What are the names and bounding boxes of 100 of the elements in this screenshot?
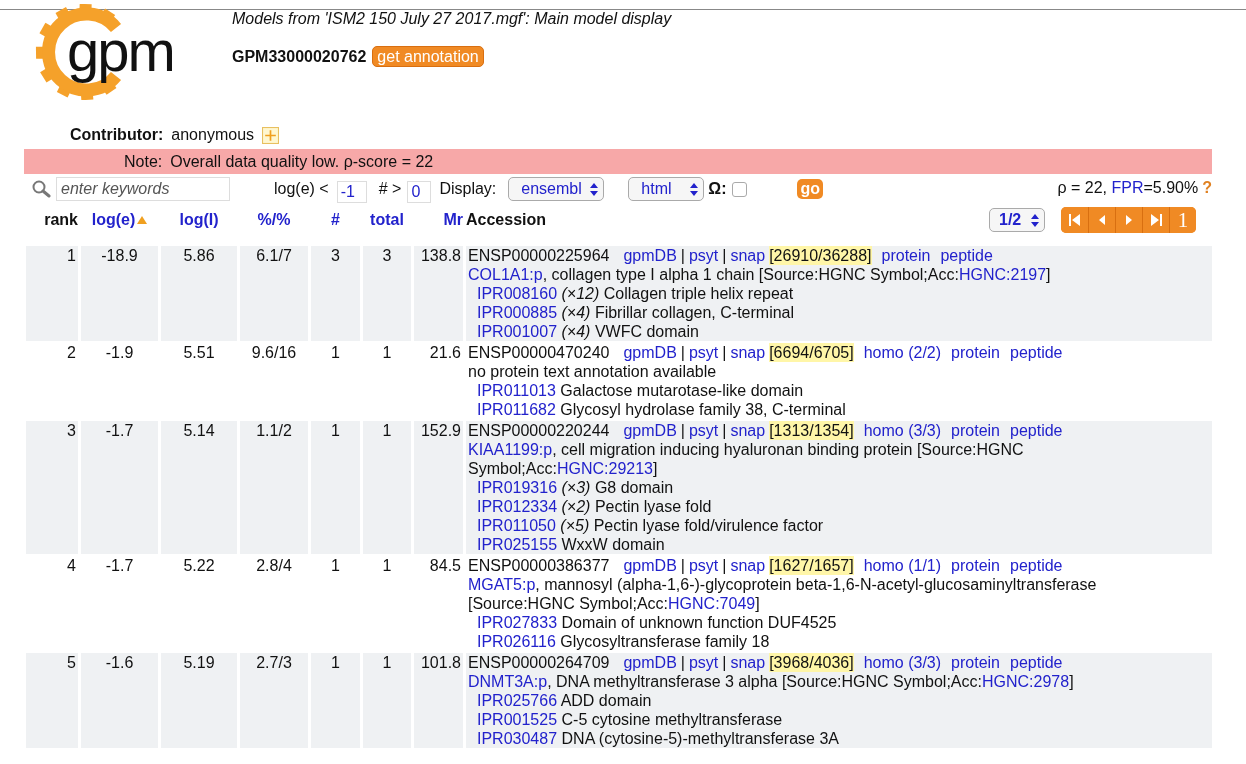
domain-link[interactable]: IPR012334 — [477, 498, 558, 515]
loge-field[interactable]: -1 — [336, 181, 367, 203]
table-cell: 138.8 — [414, 246, 463, 341]
table-cell-text: 84.5 — [428, 556, 462, 576]
link[interactable]: peptide — [1010, 421, 1063, 440]
table-cell-text: 1 — [330, 556, 341, 576]
link[interactable]: protein — [951, 343, 1000, 362]
domain-link[interactable]: IPR030487 — [477, 730, 558, 747]
domain-link[interactable]: IPR025766 — [477, 692, 558, 709]
stats-text: ρ = 22, FPR=5.90% — [1057, 179, 1199, 196]
link[interactable]: gpmDB — [623, 421, 677, 440]
separator: | — [722, 556, 727, 575]
link[interactable]: psyt — [688, 653, 719, 672]
column-header[interactable]: Mr — [443, 211, 463, 229]
link[interactable]: gpmDB — [623, 246, 677, 265]
separator: | — [722, 246, 727, 265]
count-field[interactable]: 0 — [407, 181, 432, 203]
domain-link[interactable]: IPR019316 — [477, 479, 558, 496]
link[interactable]: psyt — [688, 421, 719, 440]
table-cell: 5.19 — [161, 653, 237, 748]
link[interactable]: protein — [951, 556, 1000, 575]
table-cell-text: 1 — [381, 556, 393, 576]
search-field[interactable]: enter keywords — [56, 177, 230, 201]
domain-link[interactable]: IPR001007 — [477, 323, 558, 340]
dropdown-arrows-icon — [690, 182, 699, 196]
link[interactable]: homo (3/3) — [863, 421, 942, 440]
link[interactable]: homo (1/1) — [863, 556, 942, 575]
column-header[interactable]: %/% — [257, 211, 291, 229]
domain-link[interactable]: IPR026116 — [477, 633, 556, 650]
link[interactable]: protein — [951, 421, 1000, 440]
column-header[interactable]: # — [331, 211, 340, 229]
display-select[interactable]: ensembl — [508, 177, 605, 201]
link[interactable]: KIAA1199:p — [468, 441, 553, 458]
dropdown-arrows-icon — [1031, 213, 1039, 227]
snap-count: [1627/1657] — [769, 556, 854, 575]
domain-entry: IPR001007 (×4) VWFC domain — [476, 322, 700, 341]
contributor-value: anonymous — [171, 126, 255, 144]
domain-entry: IPR001525 C-5 cytosine methyltransferase — [476, 710, 784, 729]
link[interactable]: protein — [881, 246, 931, 265]
table-cell: -1.7 — [81, 421, 158, 554]
note-label: Note: — [124, 152, 163, 171]
contributor-label: Contributor: — [70, 126, 164, 144]
domain-link[interactable]: IPR027833 — [477, 614, 558, 631]
link[interactable]: HGNC:2197 — [958, 266, 1047, 283]
link[interactable]: snap — [730, 343, 766, 362]
loge-label: log(e) < — [274, 180, 329, 198]
domain-entry: IPR025766 ADD domain — [476, 691, 653, 710]
link[interactable]: HGNC:7049 — [668, 595, 756, 612]
link[interactable]: homo (2/2) — [863, 343, 942, 362]
link[interactable]: protein — [951, 653, 1000, 672]
domain-link[interactable]: IPR000885 — [477, 304, 558, 321]
page-title: Models from 'ISM2 150 July 27 2017.mgf': Main model display — [232, 10, 672, 28]
fpr-link[interactable]: FPR — [1111, 179, 1144, 196]
column-header[interactable]: log(I) — [179, 211, 219, 229]
separator: | — [722, 421, 727, 440]
separator: | — [722, 653, 727, 672]
link[interactable]: DNMT3A:p — [468, 673, 548, 690]
domain-link[interactable]: IPR011050 — [477, 517, 556, 534]
dropdown-arrows-icon — [590, 182, 599, 196]
accession-id: ENSP00000220244 — [468, 421, 610, 440]
domain-link[interactable]: IPR025155 — [477, 536, 558, 553]
link[interactable]: snap — [730, 653, 766, 672]
link[interactable]: peptide — [1010, 556, 1063, 575]
table-cell-text: 1 — [381, 343, 393, 363]
omega-checkbox[interactable] — [732, 181, 748, 197]
plus-icon[interactable] — [262, 126, 280, 144]
domain-link[interactable]: IPR011013 — [477, 382, 556, 399]
domain-link[interactable]: IPR008160 — [477, 285, 558, 302]
link[interactable]: psyt — [688, 343, 719, 362]
description: KIAA1199:p, cell migration inducing hyaluronan binding protein [Source:HGNC Symbol;Acc:HGNC:29213] — [468, 440, 1025, 478]
table-cell: 1 — [311, 421, 360, 554]
domain-link[interactable]: IPR001525 — [477, 711, 558, 728]
description: DNMT3A:p, DNA methyltransferase 3 alpha [Source:HGNC Symbol;Acc:HGNC:2978] — [468, 672, 1075, 691]
domain-entry: IPR027833 Domain of unknown function DUF4525 — [476, 613, 838, 632]
link[interactable]: gpmDB — [623, 556, 677, 575]
link[interactable]: psyt — [688, 556, 719, 575]
link[interactable]: psyt — [688, 246, 719, 265]
link[interactable]: snap — [730, 246, 766, 265]
page-select[interactable]: 1/2 — [989, 208, 1045, 232]
link[interactable]: peptide — [1010, 343, 1063, 362]
table-cell: 1 — [363, 653, 411, 748]
table-cell: 3 — [311, 246, 360, 341]
link[interactable]: HGNC:2978 — [981, 673, 1070, 690]
format-select[interactable]: html — [628, 177, 705, 201]
link[interactable]: COL1A1:p — [468, 266, 543, 283]
link[interactable]: peptide — [940, 246, 993, 265]
link[interactable]: snap — [730, 421, 766, 440]
table-cell: 3 — [363, 246, 411, 341]
link[interactable]: gpmDB — [623, 653, 677, 672]
link[interactable]: snap — [730, 556, 766, 575]
table-cell: 5.86 — [161, 246, 237, 341]
column-header[interactable]: log(e) — [91, 211, 136, 229]
link[interactable]: peptide — [1010, 653, 1063, 672]
link[interactable]: MGAT5:p — [468, 576, 536, 593]
column-header[interactable]: total — [370, 211, 404, 229]
table-cell: 2.7/3 — [240, 653, 308, 748]
domain-link[interactable]: IPR011682 — [477, 401, 556, 418]
link[interactable]: gpmDB — [623, 343, 677, 362]
link[interactable]: HGNC:29213 — [556, 460, 653, 477]
link[interactable]: homo (3/3) — [863, 653, 942, 672]
